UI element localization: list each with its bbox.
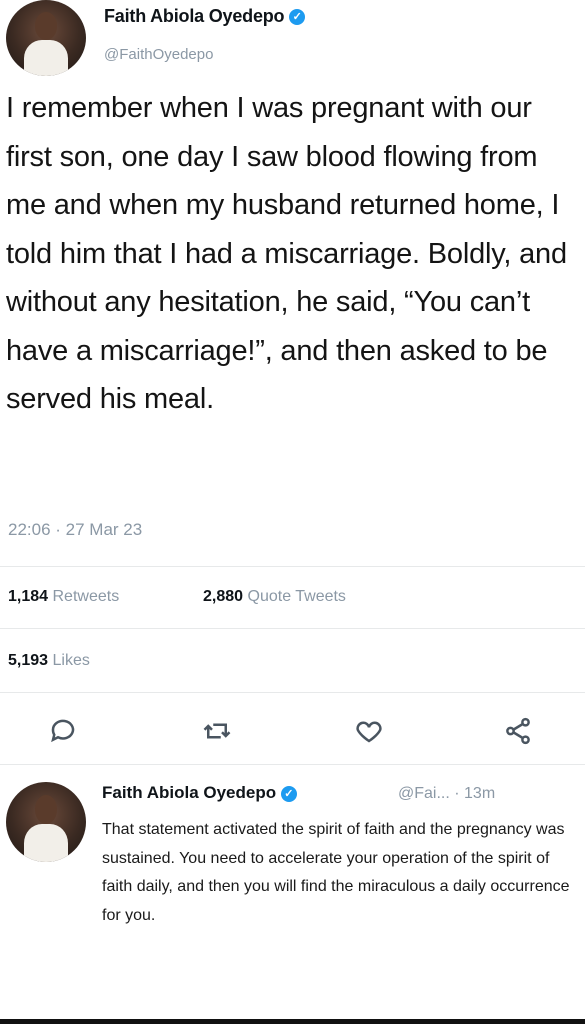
bottom-edge <box>0 1019 585 1024</box>
divider <box>0 566 585 567</box>
likes-stat[interactable]: 5,193 Likes <box>8 652 90 670</box>
like-button[interactable] <box>354 716 384 746</box>
divider <box>0 692 585 693</box>
reply-text: That statement activated the spirit of f… <box>102 821 570 924</box>
retweets-stat[interactable]: 1,184 Retweets <box>8 588 119 606</box>
reply-author-avatar[interactable] <box>6 782 86 862</box>
reply-icon <box>51 719 75 743</box>
divider <box>0 628 585 629</box>
share-button[interactable] <box>503 716 533 746</box>
reply-button[interactable] <box>48 716 78 746</box>
divider <box>0 764 585 765</box>
reply-author-name-text: Faith Abiola Oyedepo <box>102 783 277 802</box>
verified-badge-icon: ✓ <box>289 9 306 26</box>
reply-handle-time[interactable]: @Fai... · 13m <box>398 785 495 803</box>
author-handle[interactable]: @FaithOyedepo <box>104 46 213 63</box>
tweet-timestamp[interactable]: 22:06 · 27 Mar 23 <box>8 520 142 540</box>
likes-label: Likes <box>52 652 90 669</box>
retweets-count: 1,184 <box>8 588 49 605</box>
tweet-text: I remember when I was pregnant with our … <box>6 92 567 415</box>
verified-badge-icon: ✓ <box>280 785 297 802</box>
author-avatar[interactable] <box>6 0 86 76</box>
quote-tweets-stat[interactable]: 2,880 Quote Tweets <box>203 588 346 606</box>
share-icon <box>506 717 530 745</box>
author-name[interactable]: Faith Abiola Oyedepo ✓ <box>104 6 306 27</box>
retweet-button[interactable] <box>202 716 232 746</box>
reply-author-name[interactable]: Faith Abiola Oyedepo ✓ <box>102 783 297 803</box>
quote-tweets-count: 2,880 <box>203 588 244 605</box>
retweet-icon <box>203 723 231 739</box>
author-name-text: Faith Abiola Oyedepo <box>104 6 285 26</box>
quote-tweets-label: Quote Tweets <box>247 588 346 605</box>
likes-count: 5,193 <box>8 652 49 669</box>
retweets-label: Retweets <box>52 588 120 605</box>
like-icon <box>356 721 382 743</box>
